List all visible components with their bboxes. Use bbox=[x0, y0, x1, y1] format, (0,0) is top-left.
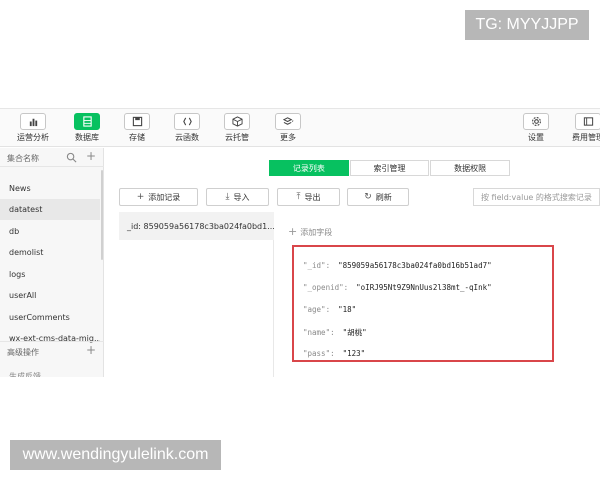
record-filter-input[interactable]: 按 field:value 的格式搜索记录 bbox=[473, 188, 600, 206]
collection-item[interactable]: logs bbox=[0, 264, 100, 285]
watermark-top: TG: MYYJJPP bbox=[465, 10, 589, 40]
billing-tool[interactable]: 费用管理 bbox=[562, 113, 600, 145]
field-row[interactable]: "_id": "859059a56178c3ba024fa0bd16b51ad7" bbox=[303, 261, 492, 270]
field-value: "18" bbox=[338, 305, 357, 314]
bar-chart-icon bbox=[20, 113, 46, 130]
add-record-label: 添加记录 bbox=[148, 192, 181, 202]
collection-item[interactable]: db bbox=[0, 221, 100, 242]
download-icon: ⤓ bbox=[225, 192, 230, 202]
view-tabs: 记录列表 索引管理 数据权限 bbox=[269, 160, 511, 176]
document-item[interactable]: _id: 859059a56178c3ba024fa0bd1... bbox=[119, 212, 274, 240]
field-key: "_id": bbox=[303, 261, 331, 270]
cloud-functions-tool[interactable]: 云函数 bbox=[161, 113, 213, 145]
import-label: 导入 bbox=[233, 192, 250, 202]
search-icon[interactable] bbox=[66, 152, 77, 163]
export-button[interactable]: ⤒ 导出 bbox=[277, 188, 340, 206]
code-braces-icon bbox=[174, 113, 200, 130]
watermark-bottom: www.wendingyulelink.com bbox=[10, 440, 221, 470]
more-label: 更多 bbox=[280, 133, 296, 142]
floppy-disk-icon bbox=[124, 113, 150, 130]
field-row[interactable]: "pass": "123" bbox=[303, 349, 365, 358]
layers-dropdown-icon bbox=[275, 113, 301, 130]
collection-item[interactable]: News bbox=[0, 178, 100, 199]
add-operation-icon[interactable]: + bbox=[86, 344, 96, 356]
collection-sidebar: 集合名称 + News datatest db demolist logs us… bbox=[0, 148, 104, 377]
field-key: "_openid": bbox=[303, 283, 349, 292]
billing-label: 费用管理 bbox=[572, 133, 600, 142]
cloud-functions-label: 云函数 bbox=[175, 133, 199, 142]
settings-tool[interactable]: 设置 bbox=[510, 113, 562, 145]
database-tool[interactable]: 数据库 bbox=[61, 113, 113, 145]
collection-item[interactable]: demolist bbox=[0, 242, 100, 263]
field-value: "859059a56178c3ba024fa0bd16b51ad7" bbox=[338, 261, 492, 270]
more-tool[interactable]: 更多 bbox=[262, 113, 314, 145]
refresh-icon: ↻ bbox=[364, 192, 372, 202]
sidebar-scrollbar[interactable] bbox=[101, 170, 103, 260]
field-row[interactable]: "name": "胡桃" bbox=[303, 327, 367, 338]
add-collection-icon[interactable]: + bbox=[86, 150, 96, 162]
cube-icon bbox=[224, 113, 250, 130]
field-value: "oIRJ95Nt9Z9NnUus2l38mt_-qInk" bbox=[356, 283, 492, 292]
tab-records[interactable]: 记录列表 bbox=[269, 160, 349, 176]
advanced-operations-heading: 高级操作 bbox=[7, 348, 39, 357]
add-field-label: 添加字段 bbox=[300, 228, 333, 237]
field-row[interactable]: "_openid": "oIRJ95Nt9Z9NnUus2l38mt_-qInk" bbox=[303, 283, 492, 292]
import-button[interactable]: ⤓ 导入 bbox=[206, 188, 269, 206]
document-list: _id: 859059a56178c3ba024fa0bd1... bbox=[119, 212, 274, 377]
gear-icon bbox=[523, 113, 549, 130]
field-value: "123" bbox=[342, 349, 366, 358]
billing-panel-icon bbox=[575, 113, 600, 130]
refresh-label: 刷新 bbox=[375, 192, 392, 202]
plus-icon: + bbox=[288, 225, 298, 238]
database-icon bbox=[74, 113, 100, 130]
database-label: 数据库 bbox=[75, 133, 99, 142]
collection-item[interactable]: datatest bbox=[0, 199, 100, 220]
cloud-hosting-label: 云托管 bbox=[225, 133, 249, 142]
add-record-button[interactable]: + 添加记录 bbox=[119, 188, 198, 206]
field-key: "name": bbox=[303, 328, 335, 337]
advanced-operations-header: 高级操作 + bbox=[0, 341, 104, 360]
upload-icon: ⤒ bbox=[296, 192, 301, 202]
collection-item[interactable]: userAll bbox=[0, 285, 100, 306]
tab-indexes[interactable]: 索引管理 bbox=[349, 160, 430, 176]
storage-tool[interactable]: 存储 bbox=[111, 113, 163, 145]
collection-name-heading: 集合名称 bbox=[7, 154, 39, 163]
add-field-button[interactable]: + 添加字段 bbox=[288, 225, 332, 238]
plus-icon: + bbox=[136, 192, 145, 202]
field-row[interactable]: "age": "18" bbox=[303, 305, 356, 314]
refresh-button[interactable]: ↻ 刷新 bbox=[347, 188, 409, 206]
collection-item[interactable]: userComments bbox=[0, 307, 100, 328]
cloud-hosting-tool[interactable]: 云托管 bbox=[211, 113, 263, 145]
storage-label: 存储 bbox=[129, 133, 145, 142]
field-key: "age": bbox=[303, 305, 331, 314]
analytics-label: 运营分析 bbox=[17, 133, 49, 142]
field-key: "pass": bbox=[303, 349, 335, 358]
advanced-item[interactable]: 生成反馈 bbox=[9, 370, 41, 377]
tab-permissions[interactable]: 数据权限 bbox=[430, 160, 511, 176]
cloud-database-console: 运营分析 数据库 存储 云函数 云托管 更多 设置 费用管 集合名称 + New… bbox=[0, 108, 600, 377]
collection-list-header: 集合名称 + bbox=[0, 148, 104, 167]
settings-label: 设置 bbox=[528, 133, 544, 142]
field-value: "胡桃" bbox=[342, 328, 367, 337]
export-label: 导出 bbox=[304, 192, 321, 202]
top-toolbar: 运营分析 数据库 存储 云函数 云托管 更多 设置 费用管 bbox=[0, 109, 600, 147]
record-detail-panel: "_id": "859059a56178c3ba024fa0bd16b51ad7"… bbox=[292, 245, 554, 362]
analytics-tool[interactable]: 运营分析 bbox=[7, 113, 59, 145]
